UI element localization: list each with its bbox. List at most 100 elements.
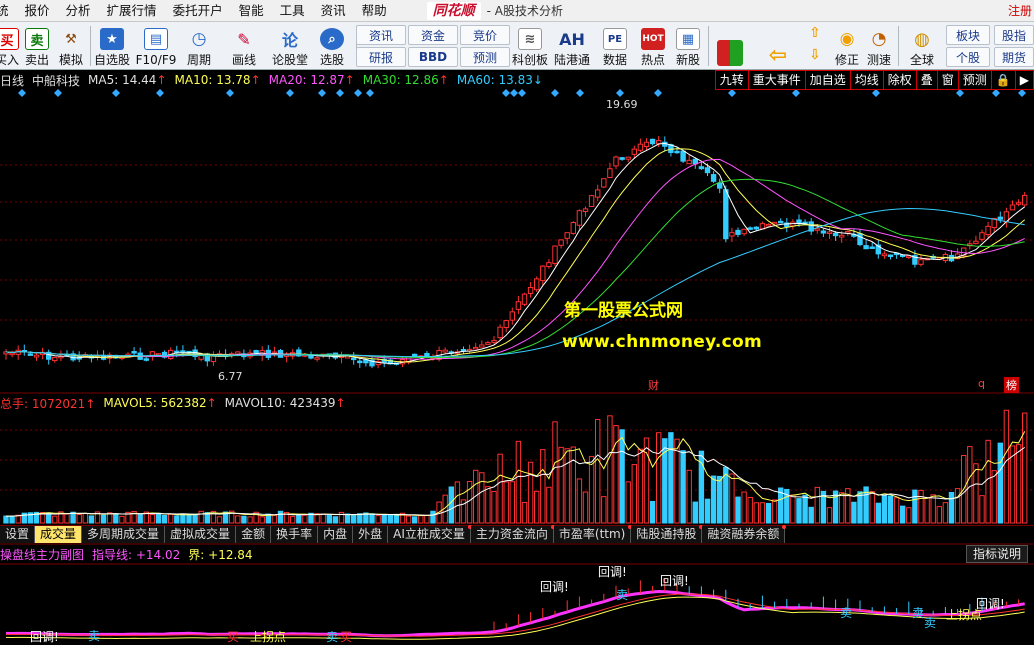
menu-item-quotes[interactable]: 报价	[17, 0, 58, 22]
forecast-button[interactable]: 预测	[460, 47, 510, 67]
volume-bar	[521, 501, 528, 524]
mavol10-value: MAVOL10: 423439↑	[224, 396, 346, 410]
register-link[interactable]: 注册	[1008, 0, 1032, 22]
volume-bar	[570, 446, 576, 524]
stock-name[interactable]: 中船科技	[32, 72, 80, 89]
draw-line-button[interactable]: ✎ 画线	[226, 24, 262, 68]
tab-9[interactable]: 主力资金流向	[470, 525, 555, 543]
news-button[interactable]: 资讯	[356, 25, 406, 45]
bbd-button[interactable]: BBD	[408, 47, 458, 67]
indicator-help-button[interactable]: 指标说明	[965, 545, 1028, 563]
tab-6[interactable]: 内盘	[318, 526, 354, 543]
index-button[interactable]: 股指	[994, 25, 1034, 45]
expand-arrow-icon[interactable]: ▶	[1015, 70, 1034, 90]
stock-picker-button[interactable]: ⌕ 选股	[312, 24, 352, 68]
tab-2[interactable]: 多周期成交量	[82, 526, 166, 543]
volume-bar	[357, 513, 363, 524]
ma-lines-button[interactable]: 均线	[850, 70, 884, 90]
research-button[interactable]: 研报	[356, 47, 406, 67]
candle-body	[649, 138, 656, 145]
layout-button[interactable]	[712, 24, 748, 68]
f10-button[interactable]: ▤ F10/F9	[134, 24, 178, 68]
app-logo: 同花顺	[426, 1, 481, 20]
indicator-name[interactable]: 操盘线主力副图	[0, 546, 84, 563]
lock-icon[interactable]: 🔒	[991, 70, 1016, 90]
correct-button[interactable]: ◉ 修正	[832, 24, 862, 68]
q-marker[interactable]: q	[978, 377, 985, 390]
menu-item-help[interactable]: 帮助	[354, 0, 395, 22]
ranking-marker[interactable]: 榜	[1004, 377, 1019, 393]
menu-item-tools[interactable]: 工具	[272, 0, 313, 22]
back-button[interactable]: ⇦	[760, 24, 796, 68]
menu-item-analysis[interactable]: 分析	[58, 0, 99, 22]
major-events-button[interactable]: 重大事件	[748, 70, 806, 90]
candle-body	[27, 353, 34, 356]
volume-bar	[796, 498, 802, 524]
volume-bar	[753, 502, 759, 524]
ex-rights-button[interactable]: 除权	[883, 70, 917, 90]
new-stock-button[interactable]: ▦ 新股	[672, 24, 704, 68]
forum-button[interactable]: 论 论股堂	[270, 24, 310, 68]
volume-bar	[607, 415, 613, 524]
finance-marker[interactable]: 财	[648, 377, 659, 393]
magnifier-icon: ⌕	[320, 28, 344, 50]
individual-stock-button[interactable]: 个股	[946, 47, 990, 67]
volume-bar	[235, 515, 241, 524]
candle-body	[906, 255, 912, 259]
candle-body	[588, 195, 595, 207]
tab-3[interactable]: 虚拟成交量	[165, 526, 237, 543]
tab-12[interactable]: 融资融券余额	[702, 525, 787, 543]
tab-8[interactable]: AI立桩成交量	[388, 525, 472, 543]
watchlist-button[interactable]: ★ 自选股	[92, 24, 132, 68]
funds-button[interactable]: 资金	[408, 25, 458, 45]
candle-body	[253, 350, 259, 354]
tab-4[interactable]: 金额	[236, 526, 272, 543]
buy-icon: 买	[0, 28, 19, 50]
tab-10[interactable]: 市盈率(ttm)	[553, 525, 633, 543]
event-diamond-icon	[502, 89, 510, 97]
sell-button[interactable]: 卖 卖出	[22, 24, 52, 68]
candle-body	[558, 239, 564, 246]
volume-bar	[375, 515, 381, 524]
candle-body	[479, 344, 485, 348]
global-button[interactable]: ◍ 全球	[902, 24, 942, 68]
volume-bar	[875, 502, 881, 524]
simulate-button[interactable]: ⚒ 模拟	[54, 24, 88, 68]
tab-0[interactable]: 设置	[0, 526, 36, 543]
menu-item-system[interactable]: 统	[0, 0, 17, 22]
buy-button[interactable]: 买 买入	[0, 24, 20, 68]
page-down-button[interactable]: ⇩	[802, 24, 828, 68]
sector-button[interactable]: 板块	[946, 25, 990, 45]
candle-body	[735, 229, 741, 235]
futures-button[interactable]: 期货	[994, 47, 1034, 67]
nine-turn-button[interactable]: 九转	[714, 70, 749, 90]
overlay-button[interactable]: 叠	[916, 70, 938, 90]
tab-7[interactable]: 外盘	[353, 526, 389, 543]
data-button[interactable]: PE 数据	[598, 24, 632, 68]
tab-5[interactable]: 换手率	[271, 526, 319, 543]
menu-item-trade[interactable]: 委托开户	[165, 0, 231, 22]
tab-1[interactable]: 成交量	[35, 526, 83, 543]
add-watchlist-button[interactable]: 加自选	[805, 70, 851, 90]
tab-11[interactable]: 陆股通持股	[631, 525, 704, 543]
hk-connect-button[interactable]: AH 陆港通	[552, 24, 592, 68]
volume-bar	[113, 513, 119, 524]
toolbar-separator	[898, 26, 899, 66]
volume-bar	[88, 515, 95, 524]
star-market-button[interactable]: ≋ 科创板	[510, 24, 550, 68]
menu-item-news[interactable]: 资讯	[313, 0, 354, 22]
menu-item-smart[interactable]: 智能	[231, 0, 272, 22]
volume-bar	[76, 513, 82, 524]
window-button[interactable]: 窗	[937, 70, 959, 90]
candle-body	[656, 140, 662, 145]
period-button[interactable]: ◷ 周期	[180, 24, 218, 68]
chart-area[interactable]: 日线 中船科技 MA5: 14.44↑ MA10: 13.78↑ MA20: 1…	[0, 70, 1034, 645]
speed-test-button[interactable]: ◔ 测速	[864, 24, 894, 68]
menu-item-extended[interactable]: 扩展行情	[99, 0, 165, 22]
volume-bar	[149, 513, 156, 524]
hotspot-button[interactable]: HOT 热点	[636, 24, 670, 68]
candle-body	[534, 278, 540, 291]
auction-button[interactable]: 竞价	[460, 25, 510, 45]
watermark-url: www.chnmoney.com	[562, 332, 763, 352]
predict-button[interactable]: 预测	[958, 70, 992, 90]
